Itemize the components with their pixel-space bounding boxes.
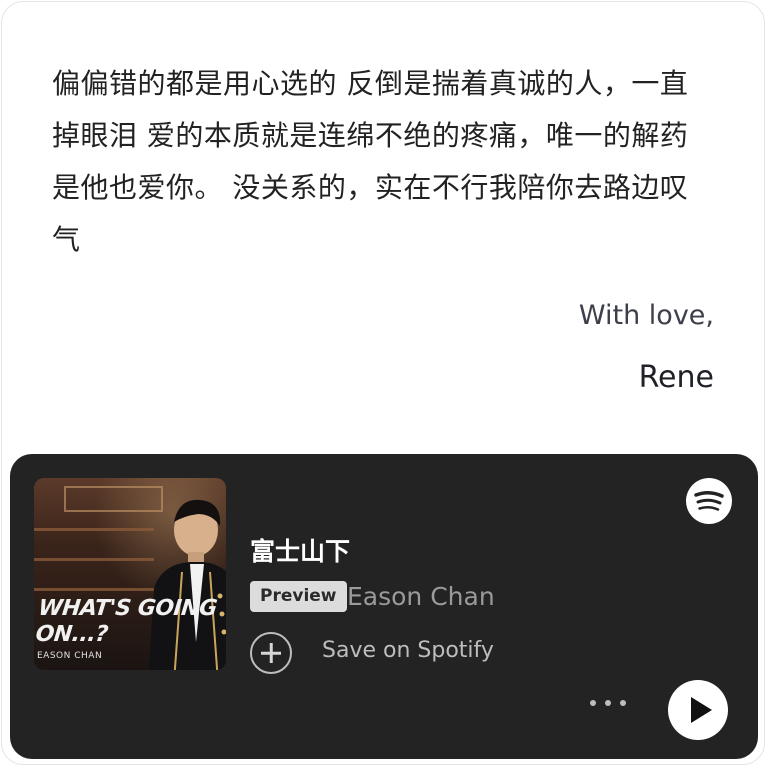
save-label: Save on Spotify [322, 638, 494, 663]
play-icon [691, 697, 712, 723]
cover-title-text: WHAT'S GOING ON...? [34, 596, 218, 647]
ellipsis-icon [620, 700, 626, 706]
spotify-icon[interactable] [686, 478, 732, 524]
ellipsis-icon [590, 700, 596, 706]
signoff-closing: With love, [578, 300, 714, 331]
plus-circle-icon [250, 632, 292, 674]
more-options-button[interactable] [584, 688, 632, 716]
message-text: 偏偏错的都是用心选的 反倒是揣着真诚的人，一直掉眼泪 爱的本质就是连绵不绝的疼痛… [52, 67, 689, 256]
ellipsis-icon [605, 700, 611, 706]
cover-artist-text: EASON CHAN [37, 651, 103, 661]
play-button[interactable] [668, 680, 728, 740]
spotify-player: WHAT'S GOING ON...? EASON CHAN 富士山下 Prev… [10, 454, 758, 759]
artist-name[interactable]: Eason Chan [347, 581, 495, 612]
track-title[interactable]: 富士山下 [250, 532, 350, 568]
signoff-name: Rene [638, 360, 714, 395]
preview-badge: Preview [250, 581, 347, 612]
album-cover[interactable]: WHAT'S GOING ON...? EASON CHAN [34, 478, 226, 670]
